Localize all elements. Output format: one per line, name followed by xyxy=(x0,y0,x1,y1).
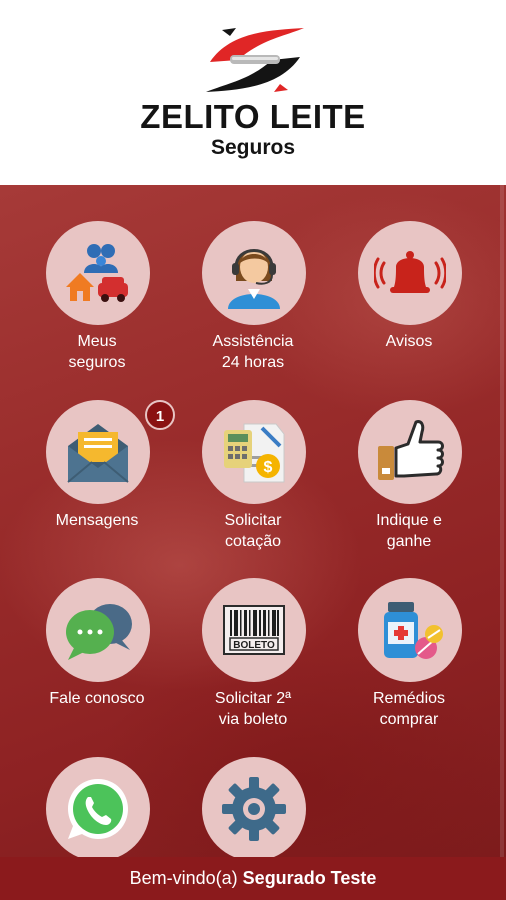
gear-icon xyxy=(222,777,286,841)
support-agent-icon xyxy=(228,249,280,309)
tile-meus-seguros[interactable]: Meus seguros xyxy=(27,221,167,391)
brand-name: ZELITO LEITE xyxy=(140,98,366,135)
brand-logo-icon xyxy=(206,28,304,92)
medicine-pills-icon xyxy=(384,602,443,659)
welcome-greeting: Bem-vindo(a) xyxy=(129,868,238,888)
brand-subtitle: Seguros xyxy=(210,136,296,159)
chat-bubbles-icon xyxy=(66,604,132,660)
tile-icon-circle xyxy=(46,221,150,325)
tile-label-line1: Solicitar xyxy=(224,512,282,529)
tile-label-line1: Indique e xyxy=(376,512,442,529)
tile-icon-circle xyxy=(358,400,462,504)
tile-label: Avisos xyxy=(339,331,479,352)
tile-configuracoes[interactable] xyxy=(183,757,323,857)
welcome-footer: Bem-vindo(a) Segurado Teste xyxy=(0,857,506,900)
tile-label: Mensagens xyxy=(27,510,167,531)
family-home-car-icon xyxy=(66,244,128,302)
tile-icon-circle xyxy=(46,757,150,857)
boleto-icon-text: BOLETO xyxy=(233,640,275,651)
tile-icon-circle: BOLETO xyxy=(202,578,306,682)
tile-icon-circle xyxy=(358,221,462,325)
tile-label-line2: 24 horas xyxy=(221,354,285,371)
tile-label: Remédios comprar xyxy=(339,688,479,730)
bell-icon xyxy=(374,251,446,293)
tile-mensagens[interactable]: 1 Mensagens xyxy=(27,400,175,570)
tile-icon-circle xyxy=(202,221,306,325)
tile-label-line2: comprar xyxy=(379,711,439,728)
tile-label: Meus seguros xyxy=(27,331,167,373)
tile-label: Fale conosco xyxy=(27,688,167,709)
tile-indique-ganhe[interactable]: Indique e ganhe xyxy=(339,400,479,570)
mail-envelope-icon xyxy=(67,424,129,483)
tile-label-line1: Avisos xyxy=(385,333,433,350)
tile-label: Solicitar 2ª via boleto xyxy=(183,688,323,730)
tile-label-line1: Solicitar 2ª xyxy=(214,690,292,707)
tile-whatsapp[interactable] xyxy=(27,757,167,857)
tile-label-line1: Meus xyxy=(77,333,117,350)
app-header: ZELITO LEITE Seguros xyxy=(0,0,506,185)
tile-label-line2: ganhe xyxy=(386,533,432,550)
tile-icon-circle xyxy=(46,578,150,682)
tile-label-line1: Assistência xyxy=(212,333,294,350)
tile-label-line2: cotação xyxy=(224,533,282,550)
barcode-boleto-icon: BOLETO xyxy=(223,605,285,655)
quote-calculator-icon: $ xyxy=(224,423,285,483)
unread-count-badge: 1 xyxy=(145,400,175,430)
tile-label-line2: seguros xyxy=(68,354,126,371)
tile-label-line1: Mensagens xyxy=(55,512,139,529)
tile-label-line2: via boleto xyxy=(218,711,288,728)
svg-text:$: $ xyxy=(264,459,273,476)
tile-label: Assistência 24 horas xyxy=(183,331,323,373)
tile-fale-conosco[interactable]: Fale conosco xyxy=(27,578,167,748)
tile-solicitar-cotacao[interactable]: $ Solicitar cotação xyxy=(183,400,323,570)
user-name: Segurado Teste xyxy=(242,868,377,888)
tile-label: Indique e ganhe xyxy=(339,510,479,552)
tile-segunda-via-boleto[interactable]: BOLETO Solicitar 2ª via boleto xyxy=(183,578,323,748)
thumbs-up-icon xyxy=(378,420,444,480)
tile-remedios-comprar[interactable]: Remédios comprar xyxy=(339,578,479,748)
tile-assistencia[interactable]: Assistência 24 horas xyxy=(183,221,323,391)
tile-icon-circle xyxy=(358,578,462,682)
tile-label: Solicitar cotação xyxy=(183,510,323,552)
tile-icon-circle xyxy=(202,757,306,857)
menu-grid: Meus seguros Assistência 24 horas Avisos… xyxy=(0,185,506,857)
tile-icon-circle: $ xyxy=(202,400,306,504)
tile-avisos[interactable]: Avisos xyxy=(339,221,479,391)
whatsapp-icon xyxy=(68,779,128,839)
tile-label-line1: Remédios xyxy=(372,690,446,707)
scrollbar[interactable] xyxy=(500,185,504,857)
tile-icon-circle xyxy=(46,400,150,504)
tile-label-line1: Fale conosco xyxy=(49,690,145,707)
